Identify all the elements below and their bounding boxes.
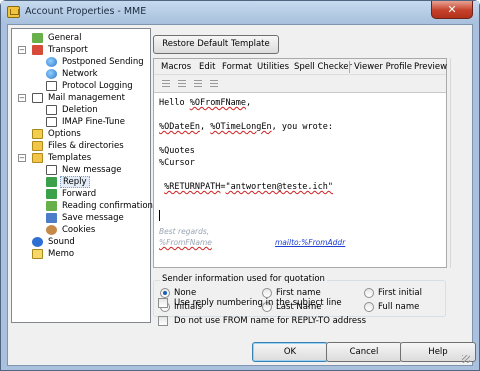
radio-label: Full name: [378, 302, 420, 312]
template-line: %Quotes: [159, 146, 195, 156]
radio-button[interactable]: [160, 288, 170, 298]
align-right-icon[interactable]: [192, 78, 204, 89]
collapse-icon[interactable]: −: [18, 154, 26, 162]
protocol-logging-icon: [46, 81, 57, 91]
new-message-icon: [46, 165, 57, 175]
network-icon: [46, 69, 57, 79]
template-text-area[interactable]: Hello %OFromFName, %ODateEn, %OTimeLongE…: [155, 95, 446, 267]
menu-viewer-profile[interactable]: Viewer Profile: [354, 62, 412, 72]
restore-default-template-button[interactable]: Restore Default Template: [153, 35, 279, 54]
tree-item-label: Options: [48, 129, 81, 139]
mail-management-icon: [32, 93, 43, 103]
title-bar[interactable]: Account Properties - MME ✕: [1, 1, 479, 23]
template-line: Hello %OFromFName,: [159, 98, 252, 108]
files-icon: [32, 141, 43, 151]
deletion-icon: [46, 105, 57, 115]
radio-button[interactable]: [364, 302, 374, 312]
checkbox[interactable]: [158, 298, 168, 308]
template-line: %Cursor: [159, 158, 195, 168]
radio-label: First initial: [378, 288, 422, 298]
tree-item-label: Mail management: [48, 93, 125, 103]
menu-edit[interactable]: Edit: [199, 62, 215, 72]
account-properties-window: Account Properties - MME ✕ General − Tra…: [0, 0, 480, 371]
collapse-icon[interactable]: −: [18, 46, 26, 54]
ok-button[interactable]: OK: [252, 342, 328, 362]
reply-icon: [46, 177, 57, 187]
checkbox-label: Do not use FROM name for REPLY-TO addres…: [174, 316, 366, 326]
text-cursor: [159, 210, 160, 221]
tree-item-label: Memo: [48, 249, 75, 259]
tree-item-label: Forward: [62, 189, 97, 199]
template-editor: Macros Edit Format Utilities Spell Check…: [153, 58, 447, 268]
transport-icon: [32, 45, 43, 55]
menu-spell-checker[interactable]: Spell Checker: [294, 62, 352, 72]
tree-item-label: Transport: [48, 45, 88, 55]
tree-item-label: General: [48, 33, 82, 43]
menu-preview[interactable]: Preview: [414, 62, 447, 72]
editor-side-panel: [450, 58, 468, 268]
tree-item-label: Deletion: [62, 105, 98, 115]
menu-macros[interactable]: Macros: [161, 62, 191, 72]
tree-item-label: Reply: [60, 176, 90, 188]
tree-item-label: Postponed Sending: [62, 57, 144, 67]
mail-app-icon: [7, 6, 20, 18]
templates-icon: [32, 153, 43, 163]
postponed-icon: [46, 57, 57, 67]
radio-button[interactable]: [364, 288, 374, 298]
tree-item-label: Save message: [62, 213, 124, 223]
signature-greeting: Best regards,: [159, 227, 210, 236]
tree-item-label: IMAP Fine-Tune: [62, 117, 125, 127]
tree-item-label: Network: [62, 69, 98, 79]
forward-icon: [46, 189, 57, 199]
tree-item-label: Sound: [48, 237, 75, 247]
tree-item-label: Reading confirmation: [62, 201, 153, 211]
resize-grip[interactable]: [462, 355, 470, 363]
cancel-button[interactable]: Cancel: [326, 342, 402, 362]
signature-mail-link[interactable]: mailto:%FromAddr: [275, 238, 345, 247]
tree-item-label: Templates: [48, 153, 92, 163]
tree-item-label: Files & directories: [48, 141, 124, 151]
template-line: %RETURNPATH="antworten@teste.ich": [164, 182, 334, 192]
menu-separator: [349, 61, 350, 73]
align-justify-icon[interactable]: [208, 78, 220, 89]
cookies-icon: [46, 225, 57, 235]
format-toolbar: [154, 75, 446, 93]
imap-icon: [46, 117, 57, 127]
tree-item-label: Protocol Logging: [62, 81, 133, 91]
group-title: Sender information used for quotation: [160, 274, 327, 284]
menu-utilities[interactable]: Utilities: [257, 62, 289, 72]
tree-item-label: New message: [62, 165, 122, 175]
close-button[interactable]: ✕: [431, 1, 473, 19]
window-title: Account Properties - MME: [25, 6, 147, 17]
menu-format[interactable]: Format: [222, 62, 252, 72]
template-line: %ODateEn, %OTimeLongEn, you wrote:: [159, 122, 334, 132]
dialog-client-area: General − Transport Postponed Sending Ne…: [7, 24, 476, 366]
options-icon: [32, 129, 43, 139]
editor-menubar: Macros Edit Format Utilities Spell Check…: [154, 59, 447, 75]
general-icon: [32, 33, 43, 43]
sound-icon: [32, 237, 43, 247]
tree-item-label: Cookies: [62, 225, 96, 235]
align-center-icon[interactable]: [176, 78, 188, 89]
align-left-icon[interactable]: [160, 78, 172, 89]
memo-icon: [32, 249, 43, 259]
reading-confirmation-icon: [46, 201, 57, 211]
save-message-icon: [46, 213, 57, 223]
signature-name: %FromFName: [159, 238, 212, 247]
collapse-icon[interactable]: −: [18, 94, 26, 102]
settings-tree[interactable]: General − Transport Postponed Sending Ne…: [11, 28, 153, 323]
checkbox-label: Use reply numbering in the subject line: [174, 298, 342, 308]
checkbox[interactable]: [158, 316, 168, 326]
